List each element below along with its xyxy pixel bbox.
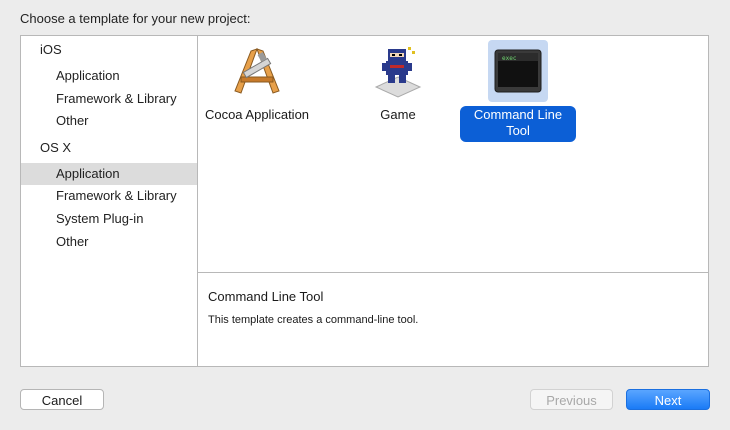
template-game[interactable]: Game	[340, 40, 456, 140]
description-title: Command Line Tool	[208, 289, 324, 304]
sidebar-item-osx-system-plugin[interactable]: System Plug-in	[21, 208, 197, 230]
template-label: Cocoa Application	[204, 107, 310, 122]
template-label: Game	[380, 107, 416, 122]
sidebar-section-osx: OS X	[40, 140, 72, 155]
template-grid: Cocoa Application Game exec Command Line…	[198, 36, 708, 272]
platform-sidebar: iOS Application Framework & Library Othe…	[21, 36, 198, 366]
previous-button[interactable]: Previous	[530, 389, 613, 410]
template-chooser: iOS Application Framework & Library Othe…	[20, 35, 709, 367]
sidebar-item-osx-application[interactable]: Application	[21, 163, 197, 185]
sidebar-section-ios: iOS	[40, 42, 62, 57]
description-text: This template creates a command-line too…	[208, 314, 419, 326]
game-ninja-icon	[368, 40, 428, 102]
cancel-button[interactable]: Cancel	[20, 389, 104, 410]
template-description-pane: Command Line Tool This template creates …	[198, 272, 708, 366]
next-button[interactable]: Next	[626, 389, 710, 410]
sidebar-item-ios-application[interactable]: Application	[21, 65, 197, 87]
template-cocoa-application[interactable]: Cocoa Application	[199, 40, 315, 140]
terminal-exec-text: exec	[502, 55, 517, 62]
sidebar-item-ios-other[interactable]: Other	[21, 110, 197, 132]
sidebar-item-osx-other[interactable]: Other	[21, 231, 197, 253]
cocoa-app-icon	[227, 40, 287, 102]
template-command-line-tool[interactable]: exec Command Line Tool	[460, 40, 576, 142]
dialog-title: Choose a template for your new project:	[20, 11, 251, 26]
sidebar-item-ios-framework-library[interactable]: Framework & Library	[21, 88, 197, 110]
terminal-exec-icon: exec	[488, 40, 548, 102]
template-label: Command Line Tool	[460, 106, 576, 142]
sidebar-item-osx-framework-library[interactable]: Framework & Library	[21, 185, 197, 207]
